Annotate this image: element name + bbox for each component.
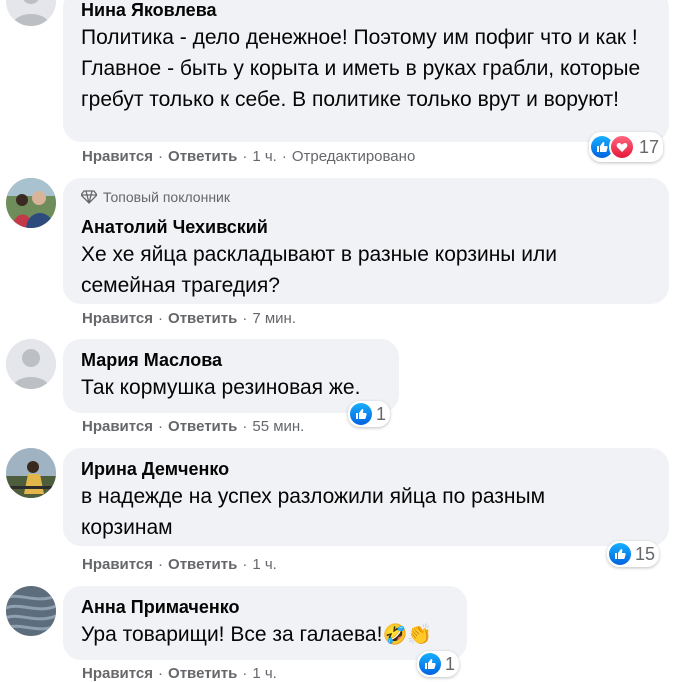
comment-time[interactable]: 1 ч. xyxy=(252,556,277,573)
top-fan-badge: Топовый поклонник xyxy=(81,187,651,207)
like-button[interactable]: Нравится xyxy=(82,310,153,327)
love-reaction-icon xyxy=(609,134,635,160)
like-reaction-icon xyxy=(350,403,372,425)
comment-text: в надежде на успех разложили яйца по раз… xyxy=(81,485,546,539)
avatar-default[interactable] xyxy=(6,339,56,389)
diamond-icon xyxy=(81,190,97,204)
comment-author[interactable]: Мария Маслова xyxy=(81,348,381,372)
reaction-count: 17 xyxy=(639,136,660,157)
avatar-default[interactable] xyxy=(6,0,56,26)
laughing-clapping-emoji: 🤣👏 xyxy=(382,624,433,646)
avatar-photo[interactable] xyxy=(6,448,56,498)
comment-text: Ура товарищи! Все за галаева!🤣👏 xyxy=(81,619,449,651)
comment-time[interactable]: 1 ч. xyxy=(252,148,277,165)
comment-text: Политика - дело денежное! Поэтому им поф… xyxy=(81,26,641,111)
like-button[interactable]: Нравится xyxy=(82,148,153,165)
comment-author[interactable]: Ирина Демченко xyxy=(81,457,651,481)
avatar-photo[interactable] xyxy=(6,178,56,228)
reaction-summary[interactable]: 17 xyxy=(589,132,664,162)
comment-bubble: Ирина Демченко в надежде на успех разлож… xyxy=(63,448,669,546)
comment-actions: Нравится · Ответить · 55 мин. xyxy=(82,418,305,435)
comment-bubble: Нина Яковлева Политика - дело денежное! … xyxy=(63,0,669,142)
reaction-summary[interactable]: 1 xyxy=(417,651,460,677)
reaction-count: 1 xyxy=(376,403,387,424)
comment-text: Хе хе яйца раскладывают в разные корзины… xyxy=(81,243,557,297)
comment-text-body: Ура товарищи! Все за галаева! xyxy=(81,623,383,646)
reaction-summary[interactable]: 1 xyxy=(348,401,391,427)
edited-label[interactable]: Отредактировано xyxy=(292,148,415,165)
comment-actions: Нравится · Ответить · 1 ч. · Отредактировано xyxy=(82,148,416,165)
comment-time[interactable]: 7 мин. xyxy=(252,310,296,327)
comment-author[interactable]: Анатолий Чехивский xyxy=(81,215,651,239)
comment-author[interactable]: Нина Яковлева xyxy=(81,0,651,22)
comment-actions: Нравится · Ответить · 1 ч. xyxy=(82,665,277,682)
like-reaction-icon xyxy=(419,653,441,675)
comment-actions: Нравится · Ответить · 1 ч. xyxy=(82,556,277,573)
reaction-summary[interactable]: 15 xyxy=(607,541,660,567)
comment-bubble: Топовый поклонник Анатолий Чехивский Хе … xyxy=(63,178,669,304)
like-reaction-icon xyxy=(609,543,631,565)
comment-actions: Нравится · Ответить · 7 мин. xyxy=(82,310,297,327)
like-button[interactable]: Нравится xyxy=(82,665,153,682)
reply-button[interactable]: Ответить xyxy=(168,148,237,165)
avatar-photo[interactable] xyxy=(6,586,56,636)
comment-time[interactable]: 55 мин. xyxy=(252,418,304,435)
like-button[interactable]: Нравится xyxy=(82,418,153,435)
reply-button[interactable]: Ответить xyxy=(168,418,237,435)
comment-author[interactable]: Анна Примаченко xyxy=(81,595,449,619)
comment-bubble: Анна Примаченко Ура товарищи! Все за гал… xyxy=(63,586,467,660)
reaction-count: 15 xyxy=(635,543,656,564)
comment-text: Так кормушка резиновая же. xyxy=(81,376,361,399)
reaction-count: 1 xyxy=(445,653,456,674)
badge-label: Топовый поклонник xyxy=(103,189,230,205)
reply-button[interactable]: Ответить xyxy=(168,310,237,327)
reply-button[interactable]: Ответить xyxy=(168,556,237,573)
comment-bubble: Мария Маслова Так кормушка резиновая же. xyxy=(63,339,399,413)
comment-time[interactable]: 1 ч. xyxy=(252,665,277,682)
reply-button[interactable]: Ответить xyxy=(168,665,237,682)
like-button[interactable]: Нравится xyxy=(82,556,153,573)
